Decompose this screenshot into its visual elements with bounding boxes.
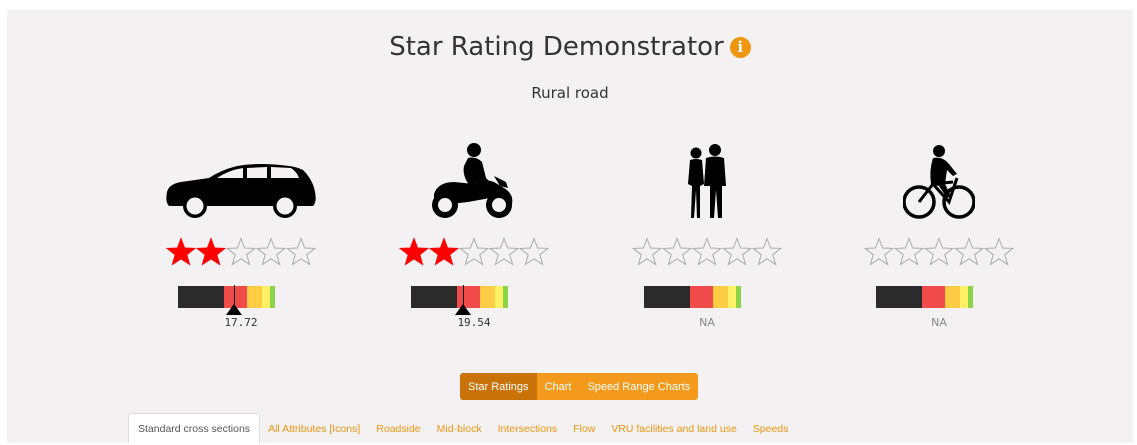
risk-scale-segment <box>921 286 945 308</box>
main-panel: Star Rating Demonstrator i Rural road 17.… <box>7 10 1133 443</box>
attribute-tabs: Standard cross sections All Attributes [… <box>128 413 797 443</box>
tab-roadside[interactable]: Roadside <box>368 414 428 443</box>
risk-scale-segment <box>735 286 741 308</box>
risk-scale-segment <box>246 286 262 308</box>
risk-scale-segment <box>712 286 728 308</box>
score-value: 19.54 <box>457 316 491 329</box>
road-user-column-bicycle: NA <box>849 125 1029 334</box>
star-empty-icon <box>722 237 752 266</box>
road-user-column-pedestrian: NA <box>617 125 797 334</box>
star-empty-icon <box>489 237 519 266</box>
risk-scale-segment <box>959 286 968 308</box>
star-empty-icon <box>286 237 316 266</box>
star-empty-icon <box>632 237 662 266</box>
star-empty-icon <box>984 237 1014 266</box>
risk-scale: 19.54 <box>410 285 538 334</box>
star-filled-icon <box>399 237 429 266</box>
risk-scale: NA <box>875 286 1003 334</box>
risk-scale-segment <box>643 286 690 308</box>
star-empty-icon <box>459 237 489 266</box>
risk-scale-bar <box>643 286 771 308</box>
risk-scale-segment <box>479 286 495 308</box>
risk-scale-segment <box>494 286 503 308</box>
star-empty-icon <box>924 237 954 266</box>
risk-scale-bar <box>410 286 538 308</box>
tab-speeds[interactable]: Speeds <box>745 414 797 443</box>
view-toggle-group: Star Ratings Chart Speed Range Charts <box>460 373 699 400</box>
info-icon[interactable]: i <box>729 37 751 58</box>
risk-scale-bar <box>875 286 1003 308</box>
star-filled-icon <box>429 237 459 266</box>
star-empty-icon <box>519 237 549 266</box>
star-empty-icon <box>692 237 722 266</box>
star-rating <box>849 237 1029 269</box>
star-filled-icon <box>196 237 226 266</box>
car-icon <box>166 164 316 218</box>
star-filled-icon <box>166 237 196 266</box>
risk-scale-segment <box>875 286 922 308</box>
score-marker-triangle <box>454 304 471 315</box>
tab-all-attributes-icons[interactable]: All Attributes [Icons] <box>260 414 368 443</box>
star-empty-icon <box>864 237 894 266</box>
risk-scale-segment <box>410 286 457 308</box>
risk-scale-segment <box>727 286 736 308</box>
star-empty-icon <box>226 237 256 266</box>
score-marker-triangle <box>225 304 242 315</box>
risk-scale-segment <box>177 286 224 308</box>
chart-button[interactable]: Chart <box>536 373 580 400</box>
risk-scale-segment <box>689 286 713 308</box>
page-title-row: Star Rating Demonstrator i <box>7 32 1133 62</box>
risk-scale: 17.72 <box>177 285 305 334</box>
score-value: 17.72 <box>224 316 258 329</box>
page-title: Star Rating Demonstrator <box>389 32 724 62</box>
tab-intersections[interactable]: Intersections <box>490 414 566 443</box>
risk-scale-segment <box>261 286 270 308</box>
tab-flow[interactable]: Flow <box>565 414 603 443</box>
road-user-column-car: 17.72 <box>151 125 331 334</box>
star-empty-icon <box>954 237 984 266</box>
tab-vru-facilities[interactable]: VRU facilities and land use <box>603 414 744 443</box>
bicycle-icon <box>903 145 975 219</box>
pedestrian-icon <box>688 144 726 218</box>
risk-scale: NA <box>643 286 771 334</box>
star-ratings-button[interactable]: Star Ratings <box>460 373 537 400</box>
star-empty-icon <box>752 237 782 266</box>
score-value: NA <box>699 316 715 329</box>
star-rating <box>617 237 797 269</box>
risk-scale-segment <box>967 286 973 308</box>
star-empty-icon <box>894 237 924 266</box>
risk-scale-segment <box>502 286 508 308</box>
star-empty-icon <box>662 237 692 266</box>
star-rating <box>384 237 564 269</box>
road-user-column-motorcycle: 19.54 <box>384 125 564 334</box>
motorcycle-icon <box>432 143 513 218</box>
risk-scale-segment <box>944 286 960 308</box>
tab-standard-cross-sections[interactable]: Standard cross sections <box>128 413 261 443</box>
road-type-subtitle: Rural road <box>531 84 609 102</box>
speed-range-charts-button[interactable]: Speed Range Charts <box>579 373 699 400</box>
tab-mid-block[interactable]: Mid-block <box>429 414 490 443</box>
score-value: NA <box>931 316 947 329</box>
star-empty-icon <box>256 237 286 266</box>
risk-scale-segment <box>269 286 275 308</box>
star-rating <box>151 237 331 269</box>
